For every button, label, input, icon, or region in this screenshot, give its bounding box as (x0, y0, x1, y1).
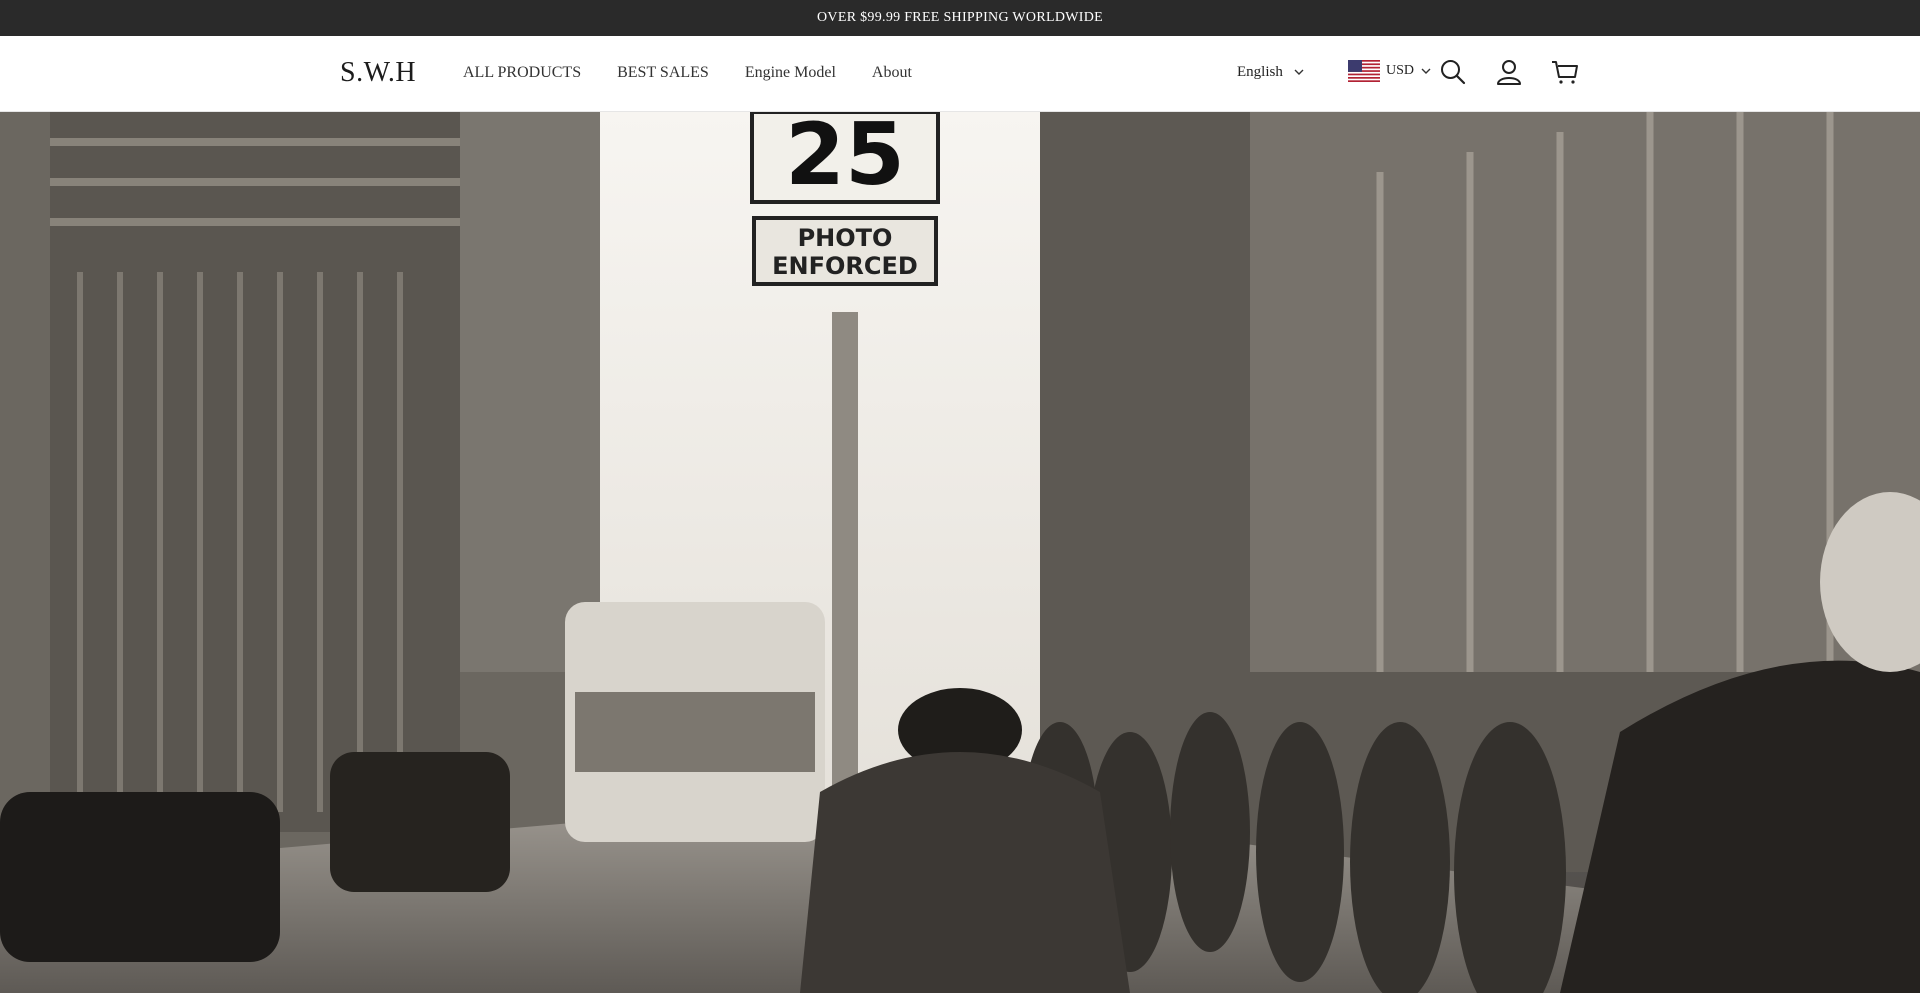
language-selector[interactable]: English (1237, 61, 1305, 83)
hero-street-image: 25 PHOTO ENFORCED (0, 112, 1920, 993)
sign-line-2: ENFORCED (772, 252, 918, 280)
currency-selector[interactable]: USD (1348, 60, 1432, 82)
search-button[interactable] (1438, 57, 1468, 87)
site-logo[interactable]: S.W.H (340, 56, 416, 90)
cart-icon (1552, 61, 1578, 84)
site-header: S.W.H ALL PRODUCTS BEST SALES Engine Mod… (0, 36, 1920, 112)
speed-limit-number: 25 (785, 112, 905, 205)
chevron-down-icon (1421, 68, 1431, 74)
cart-button[interactable] (1550, 57, 1580, 87)
user-icon (1497, 60, 1521, 85)
sign-line-1: PHOTO (798, 224, 893, 252)
nav-best-sales[interactable]: BEST SALES (617, 62, 709, 84)
hero-banner: 25 PHOTO ENFORCED (0, 112, 1920, 993)
search-icon (1441, 60, 1466, 85)
announcement-text: OVER $99.99 FREE SHIPPING WORLDWIDE (817, 10, 1103, 25)
us-flag-icon (1348, 60, 1380, 82)
announcement-bar: OVER $99.99 FREE SHIPPING WORLDWIDE (0, 0, 1920, 36)
chevron-down-icon (1294, 69, 1304, 75)
nav-all-products[interactable]: ALL PRODUCTS (463, 62, 581, 84)
account-button[interactable] (1494, 57, 1524, 87)
nav-engine-model[interactable]: Engine Model (745, 62, 836, 84)
nav-about[interactable]: About (872, 62, 912, 84)
language-label: English (1237, 64, 1283, 80)
currency-label: USD (1386, 63, 1415, 78)
main-nav: ALL PRODUCTS BEST SALES Engine Model Abo… (463, 62, 912, 84)
